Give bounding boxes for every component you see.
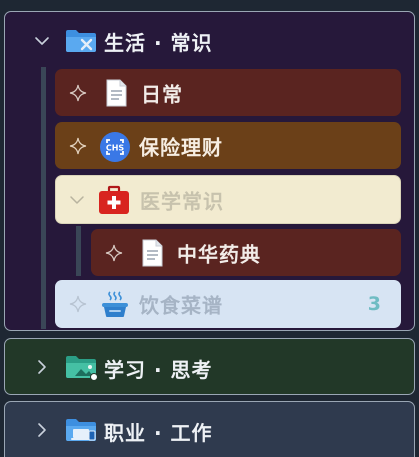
folder-x-icon [65, 28, 97, 54]
tree-item-richang[interactable]: 日常 [55, 69, 401, 116]
tree-guide-line [76, 226, 81, 276]
tree-item-label: 保险理财 [139, 135, 223, 159]
folder-image-icon [65, 354, 97, 380]
folder-devices-icon [65, 417, 97, 443]
sparkle-icon[interactable] [69, 137, 87, 155]
medical-kit-icon [98, 185, 129, 215]
tree-item-label: 医学常识 [140, 189, 224, 213]
chevron-down-icon[interactable] [33, 32, 51, 50]
folder-panel-life: 生活 · 常识 日常 CHS 保险理财 医学常识 中华药典 饮食菜谱 3 [4, 11, 415, 331]
folder-label-work: 职业 · 工作 [104, 421, 213, 445]
tree-guide-line [41, 67, 46, 329]
folder-label-life: 生活 · 常识 [104, 31, 213, 55]
tree-item-baoxian[interactable]: CHS 保险理财 [55, 122, 401, 169]
folder-panel-study[interactable]: 学习 · 思考 [4, 338, 415, 395]
tree-item-yixue[interactable]: 医学常识 [55, 175, 401, 224]
folder-panel-work[interactable]: 职业 · 工作 [4, 401, 415, 457]
tree-item-label: 中华药典 [177, 242, 261, 266]
folder-label-study: 学习 · 思考 [104, 358, 213, 382]
document-icon [101, 78, 131, 108]
tree-item-zhonghua[interactable]: 中华药典 [91, 229, 401, 276]
sparkle-icon[interactable] [69, 295, 87, 313]
tree-item-label: 日常 [141, 82, 183, 106]
chevron-right-icon[interactable] [33, 358, 51, 376]
chevron-down-icon[interactable] [68, 191, 86, 209]
sparkle-icon[interactable] [69, 84, 87, 102]
folder-header-life[interactable]: 生活 · 常识 [5, 12, 414, 70]
money-scan-icon: CHS [99, 131, 130, 162]
cooking-pot-icon [99, 289, 129, 319]
chevron-right-icon[interactable] [33, 421, 51, 439]
notebook-tree: 生活 · 常识 日常 CHS 保险理财 医学常识 中华药典 饮食菜谱 3 学习 … [0, 0, 419, 457]
tree-item-label: 饮食菜谱 [139, 293, 223, 318]
document-icon [137, 238, 167, 268]
svg-text:CHS: CHS [106, 143, 125, 152]
item-count-badge: 3 [367, 293, 381, 315]
sparkle-icon[interactable] [105, 244, 123, 262]
tree-item-yinshi[interactable]: 饮食菜谱 3 [55, 280, 401, 328]
